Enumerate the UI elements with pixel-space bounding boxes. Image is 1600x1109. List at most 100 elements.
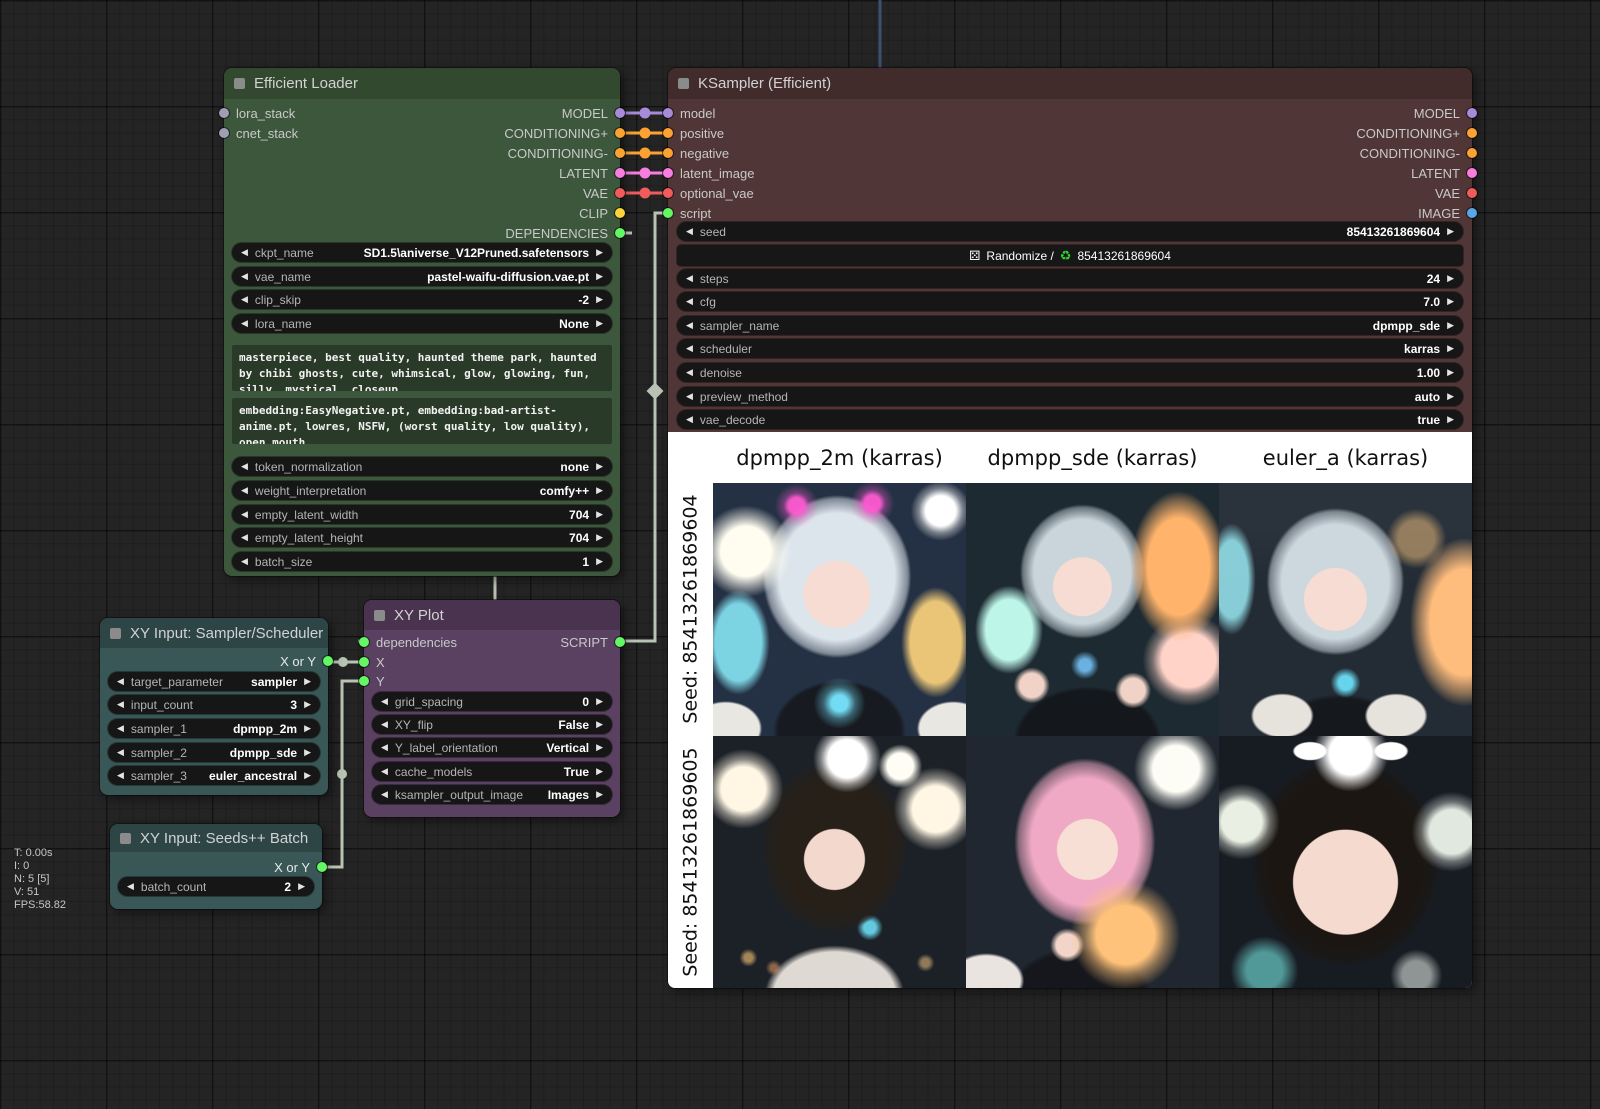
widget-sampler-1[interactable]: ◀ sampler_1 dpmpp_2m ▶ bbox=[108, 719, 320, 738]
input-slot-y[interactable]: Y bbox=[359, 671, 385, 691]
widget-sampler-2[interactable]: ◀ sampler_2 dpmpp_sde ▶ bbox=[108, 743, 320, 762]
widget-seed[interactable]: ◀ seed 85413261869604 ▶ bbox=[677, 222, 1463, 241]
widget-vae-name[interactable]: ◀ vae_name pastel-waifu-diffusion.vae.pt… bbox=[232, 267, 612, 286]
stepper-left-icon[interactable]: ◀ bbox=[241, 272, 248, 281]
output-slot-conditioning-minus[interactable]: CONDITIONING- bbox=[508, 143, 625, 163]
widget-ksampler-output-image[interactable]: ◀ ksampler_output_image Images ▶ bbox=[372, 785, 612, 804]
stepper-right-icon[interactable]: ▶ bbox=[1447, 321, 1454, 330]
slot-dot-icon[interactable] bbox=[663, 128, 673, 138]
slot-dot-icon[interactable] bbox=[615, 228, 625, 238]
slot-dot-icon[interactable] bbox=[359, 637, 369, 647]
output-slot-model[interactable]: MODEL bbox=[1414, 103, 1477, 123]
stepper-right-icon[interactable]: ▶ bbox=[304, 724, 311, 733]
node-graph-canvas[interactable]: Efficient Loader lora_stack cnet_stack M… bbox=[0, 0, 1600, 1109]
output-slot-vae[interactable]: VAE bbox=[583, 183, 625, 203]
slot-dot-icon[interactable] bbox=[663, 208, 673, 218]
slot-dot-icon[interactable] bbox=[1467, 208, 1477, 218]
stepper-right-icon[interactable]: ▶ bbox=[1447, 392, 1454, 401]
widget-target-parameter[interactable]: ◀ target_parameter sampler ▶ bbox=[108, 672, 320, 691]
stepper-right-icon[interactable]: ▶ bbox=[596, 248, 603, 257]
slot-dot-icon[interactable] bbox=[663, 188, 673, 198]
output-slot-conditioning-minus[interactable]: CONDITIONING- bbox=[1360, 143, 1477, 163]
stepper-left-icon[interactable]: ◀ bbox=[686, 274, 693, 283]
stepper-left-icon[interactable]: ◀ bbox=[686, 344, 693, 353]
stepper-left-icon[interactable]: ◀ bbox=[117, 748, 124, 757]
input-slot-lora-stack[interactable]: lora_stack bbox=[219, 103, 295, 123]
widget-token-normalization[interactable]: ◀ token_normalization none ▶ bbox=[232, 457, 612, 476]
stepper-left-icon[interactable]: ◀ bbox=[381, 790, 388, 799]
output-slot-conditioning-plus[interactable]: CONDITIONING+ bbox=[1356, 123, 1477, 143]
output-slot-x-or-y[interactable]: X or Y bbox=[274, 857, 327, 877]
output-slot-dependencies[interactable]: DEPENDENCIES bbox=[505, 223, 625, 243]
stepper-left-icon[interactable]: ◀ bbox=[117, 724, 124, 733]
slot-dot-icon[interactable] bbox=[359, 676, 369, 686]
input-slot-positive[interactable]: positive bbox=[663, 123, 724, 143]
input-slot-optional-vae[interactable]: optional_vae bbox=[663, 183, 754, 203]
output-slot-latent[interactable]: LATENT bbox=[1411, 163, 1477, 183]
stepper-left-icon[interactable]: ◀ bbox=[686, 415, 693, 424]
stepper-right-icon[interactable]: ▶ bbox=[596, 533, 603, 542]
collapse-box-icon[interactable] bbox=[678, 78, 689, 89]
slot-dot-icon[interactable] bbox=[1467, 108, 1477, 118]
input-slot-latent-image[interactable]: latent_image bbox=[663, 163, 754, 183]
widget-batch-size[interactable]: ◀ batch_size 1 ▶ bbox=[232, 552, 612, 571]
widget-steps[interactable]: ◀ steps 24 ▶ bbox=[677, 269, 1463, 288]
output-slot-latent[interactable]: LATENT bbox=[559, 163, 625, 183]
slot-dot-icon[interactable] bbox=[1467, 188, 1477, 198]
stepper-right-icon[interactable]: ▶ bbox=[596, 295, 603, 304]
stepper-right-icon[interactable]: ▶ bbox=[1447, 274, 1454, 283]
widget-cfg[interactable]: ◀ cfg 7.0 ▶ bbox=[677, 292, 1463, 311]
stepper-right-icon[interactable]: ▶ bbox=[1447, 227, 1454, 236]
widget-scheduler[interactable]: ◀ scheduler karras ▶ bbox=[677, 339, 1463, 358]
positive-prompt-textarea[interactable]: masterpiece, best quality, haunted theme… bbox=[232, 345, 612, 391]
stepper-left-icon[interactable]: ◀ bbox=[117, 677, 124, 686]
widget-weight-interpretation[interactable]: ◀ weight_interpretation comfy++ ▶ bbox=[232, 481, 612, 500]
slot-dot-icon[interactable] bbox=[359, 657, 369, 667]
stepper-left-icon[interactable]: ◀ bbox=[241, 557, 248, 566]
output-slot-script[interactable]: SCRIPT bbox=[560, 632, 625, 652]
collapse-box-icon[interactable] bbox=[110, 628, 121, 639]
slot-dot-icon[interactable] bbox=[219, 128, 229, 138]
stepper-right-icon[interactable]: ▶ bbox=[596, 319, 603, 328]
stepper-right-icon[interactable]: ▶ bbox=[1447, 297, 1454, 306]
widget-grid-spacing[interactable]: ◀ grid_spacing 0 ▶ bbox=[372, 692, 612, 711]
stepper-left-icon[interactable]: ◀ bbox=[381, 767, 388, 776]
output-slot-x-or-y[interactable]: X or Y bbox=[280, 651, 333, 671]
stepper-left-icon[interactable]: ◀ bbox=[686, 297, 693, 306]
stepper-left-icon[interactable]: ◀ bbox=[241, 486, 248, 495]
widget-empty-latent-width[interactable]: ◀ empty_latent_width 704 ▶ bbox=[232, 505, 612, 524]
widget-ckpt-name[interactable]: ◀ ckpt_name SD1.5\aniverse_V12Pruned.saf… bbox=[232, 243, 612, 262]
stepper-left-icon[interactable]: ◀ bbox=[686, 368, 693, 377]
randomize-seed-button[interactable]: ⚄ Randomize / ♻ 85413261869604 bbox=[677, 245, 1463, 266]
stepper-left-icon[interactable]: ◀ bbox=[127, 882, 134, 891]
collapse-box-icon[interactable] bbox=[234, 78, 245, 89]
input-slot-model[interactable]: model bbox=[663, 103, 715, 123]
stepper-right-icon[interactable]: ▶ bbox=[1447, 344, 1454, 353]
widget-sampler-name[interactable]: ◀ sampler_name dpmpp_sde ▶ bbox=[677, 316, 1463, 335]
stepper-left-icon[interactable]: ◀ bbox=[686, 227, 693, 236]
slot-dot-icon[interactable] bbox=[663, 108, 673, 118]
stepper-right-icon[interactable]: ▶ bbox=[1447, 368, 1454, 377]
negative-prompt-textarea[interactable]: embedding:EasyNegative.pt, embedding:bad… bbox=[232, 398, 612, 444]
stepper-right-icon[interactable]: ▶ bbox=[596, 462, 603, 471]
stepper-right-icon[interactable]: ▶ bbox=[596, 557, 603, 566]
input-slot-cnet-stack[interactable]: cnet_stack bbox=[219, 123, 298, 143]
slot-dot-icon[interactable] bbox=[219, 108, 229, 118]
output-slot-model[interactable]: MODEL bbox=[562, 103, 625, 123]
slot-dot-icon[interactable] bbox=[615, 128, 625, 138]
widget-y-label-orientation[interactable]: ◀ Y_label_orientation Vertical ▶ bbox=[372, 738, 612, 757]
output-slot-clip[interactable]: CLIP bbox=[579, 203, 625, 223]
widget-preview-method[interactable]: ◀ preview_method auto ▶ bbox=[677, 387, 1463, 406]
stepper-right-icon[interactable]: ▶ bbox=[596, 743, 603, 752]
widget-input-count[interactable]: ◀ input_count 3 ▶ bbox=[108, 695, 320, 714]
stepper-right-icon[interactable]: ▶ bbox=[596, 790, 603, 799]
widget-lora-name[interactable]: ◀ lora_name None ▶ bbox=[232, 314, 612, 333]
node-titlebar[interactable]: XY Input: Sampler/Scheduler bbox=[100, 618, 328, 648]
slot-dot-icon[interactable] bbox=[317, 862, 327, 872]
stepper-right-icon[interactable]: ▶ bbox=[596, 486, 603, 495]
stepper-right-icon[interactable]: ▶ bbox=[596, 510, 603, 519]
widget-vae-decode[interactable]: ◀ vae_decode true ▶ bbox=[677, 410, 1463, 429]
stepper-left-icon[interactable]: ◀ bbox=[381, 697, 388, 706]
input-slot-x[interactable]: X bbox=[359, 652, 385, 672]
collapse-box-icon[interactable] bbox=[120, 833, 131, 844]
